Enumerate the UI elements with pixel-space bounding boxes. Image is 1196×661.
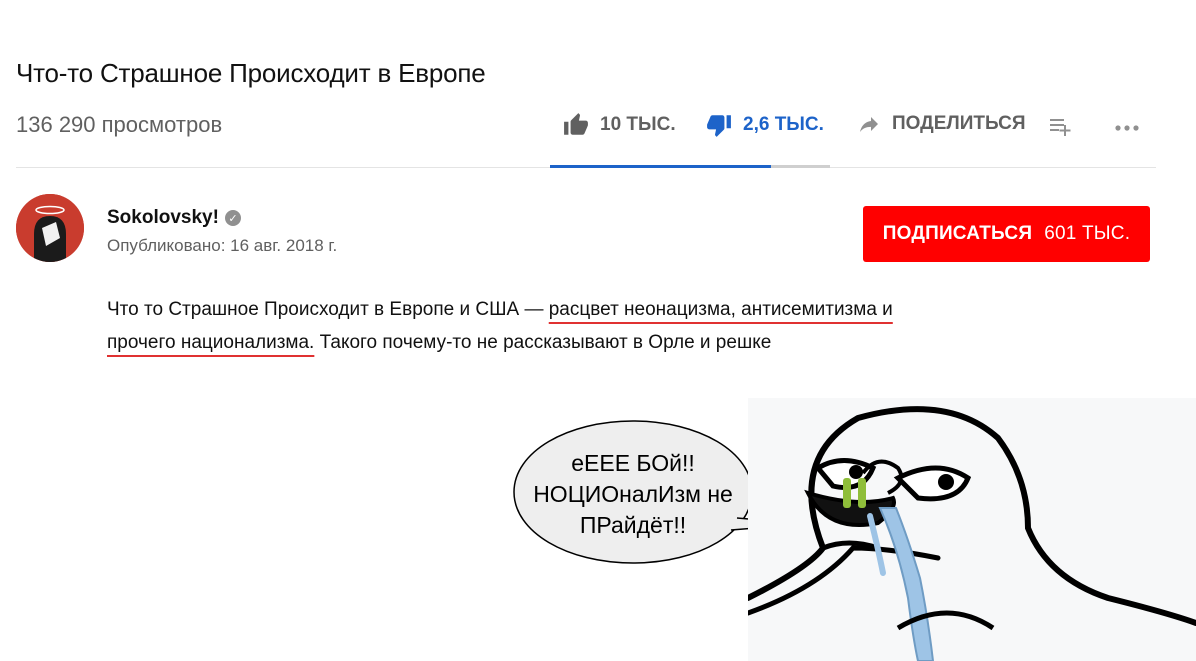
like-button[interactable]: 10 ТЫС.: [562, 112, 676, 138]
channel-name-text: Sokolovsky!: [107, 207, 219, 228]
share-label: ПОДЕЛИТЬСЯ: [892, 113, 1026, 134]
video-title: Что-то Страшное Происходит в Европе: [16, 58, 486, 88]
speech-line: еЕЕЕ БОй!!: [571, 450, 695, 476]
video-page: Что-то Страшное Происходит в Европе 136 …: [0, 0, 1196, 661]
share-arrow-icon: [860, 117, 878, 132]
sentiment-bar: [550, 165, 830, 168]
add-to-playlist-icon: [1050, 119, 1071, 136]
sentiment-bar-fill: [550, 165, 772, 168]
description-highlight: прочего национализма.: [107, 332, 315, 353]
meme-character-image: [748, 398, 1196, 661]
avatar-image: [16, 194, 84, 262]
description-text: Такого почему-то не рассказывают в Орле …: [314, 332, 772, 353]
avatar[interactable]: [16, 194, 84, 262]
subscribe-label: ПОДПИСАТЬСЯ: [882, 223, 1033, 244]
description-highlight: расцвет неонацизма, антисемитизма и: [548, 299, 893, 320]
speech-line: ПРайдёт!!: [579, 512, 687, 538]
add-to-playlist-button[interactable]: [1048, 114, 1076, 138]
more-icon: [1115, 125, 1139, 131]
description-text: Что то Страшное Происходит в Европе и СШ…: [107, 299, 549, 320]
dislike-button[interactable]: 2,6 ТЫС.: [705, 112, 824, 138]
like-count: 10 ТЫС.: [600, 114, 676, 135]
publish-date: Опубликовано: 16 авг. 2018 г.: [107, 236, 338, 255]
speech-line: НОЦИОналИзм не: [533, 481, 733, 507]
subscriber-count: 601 ТЫС.: [1044, 223, 1131, 244]
thumbs-up-icon: [564, 113, 588, 135]
speech-bubble-text: еЕЕЕ БОй!! НОЦИОналИзм не ПРайдёт!!: [513, 448, 753, 541]
video-description: Что то Страшное Происходит в Европе и СШ…: [107, 293, 967, 359]
channel-name[interactable]: Sokolovsky! ✓: [107, 207, 241, 229]
verified-icon: ✓: [224, 210, 241, 226]
thumbs-down-icon: [707, 115, 731, 137]
more-button[interactable]: [1113, 114, 1143, 138]
view-count: 136 290 просмотров: [16, 112, 223, 137]
dislike-count: 2,6 ТЫС.: [743, 114, 824, 135]
subscribe-button[interactable]: ПОДПИСАТЬСЯ 601 ТЫС.: [863, 206, 1150, 262]
share-button[interactable]: ПОДЕЛИТЬСЯ: [856, 112, 1026, 136]
